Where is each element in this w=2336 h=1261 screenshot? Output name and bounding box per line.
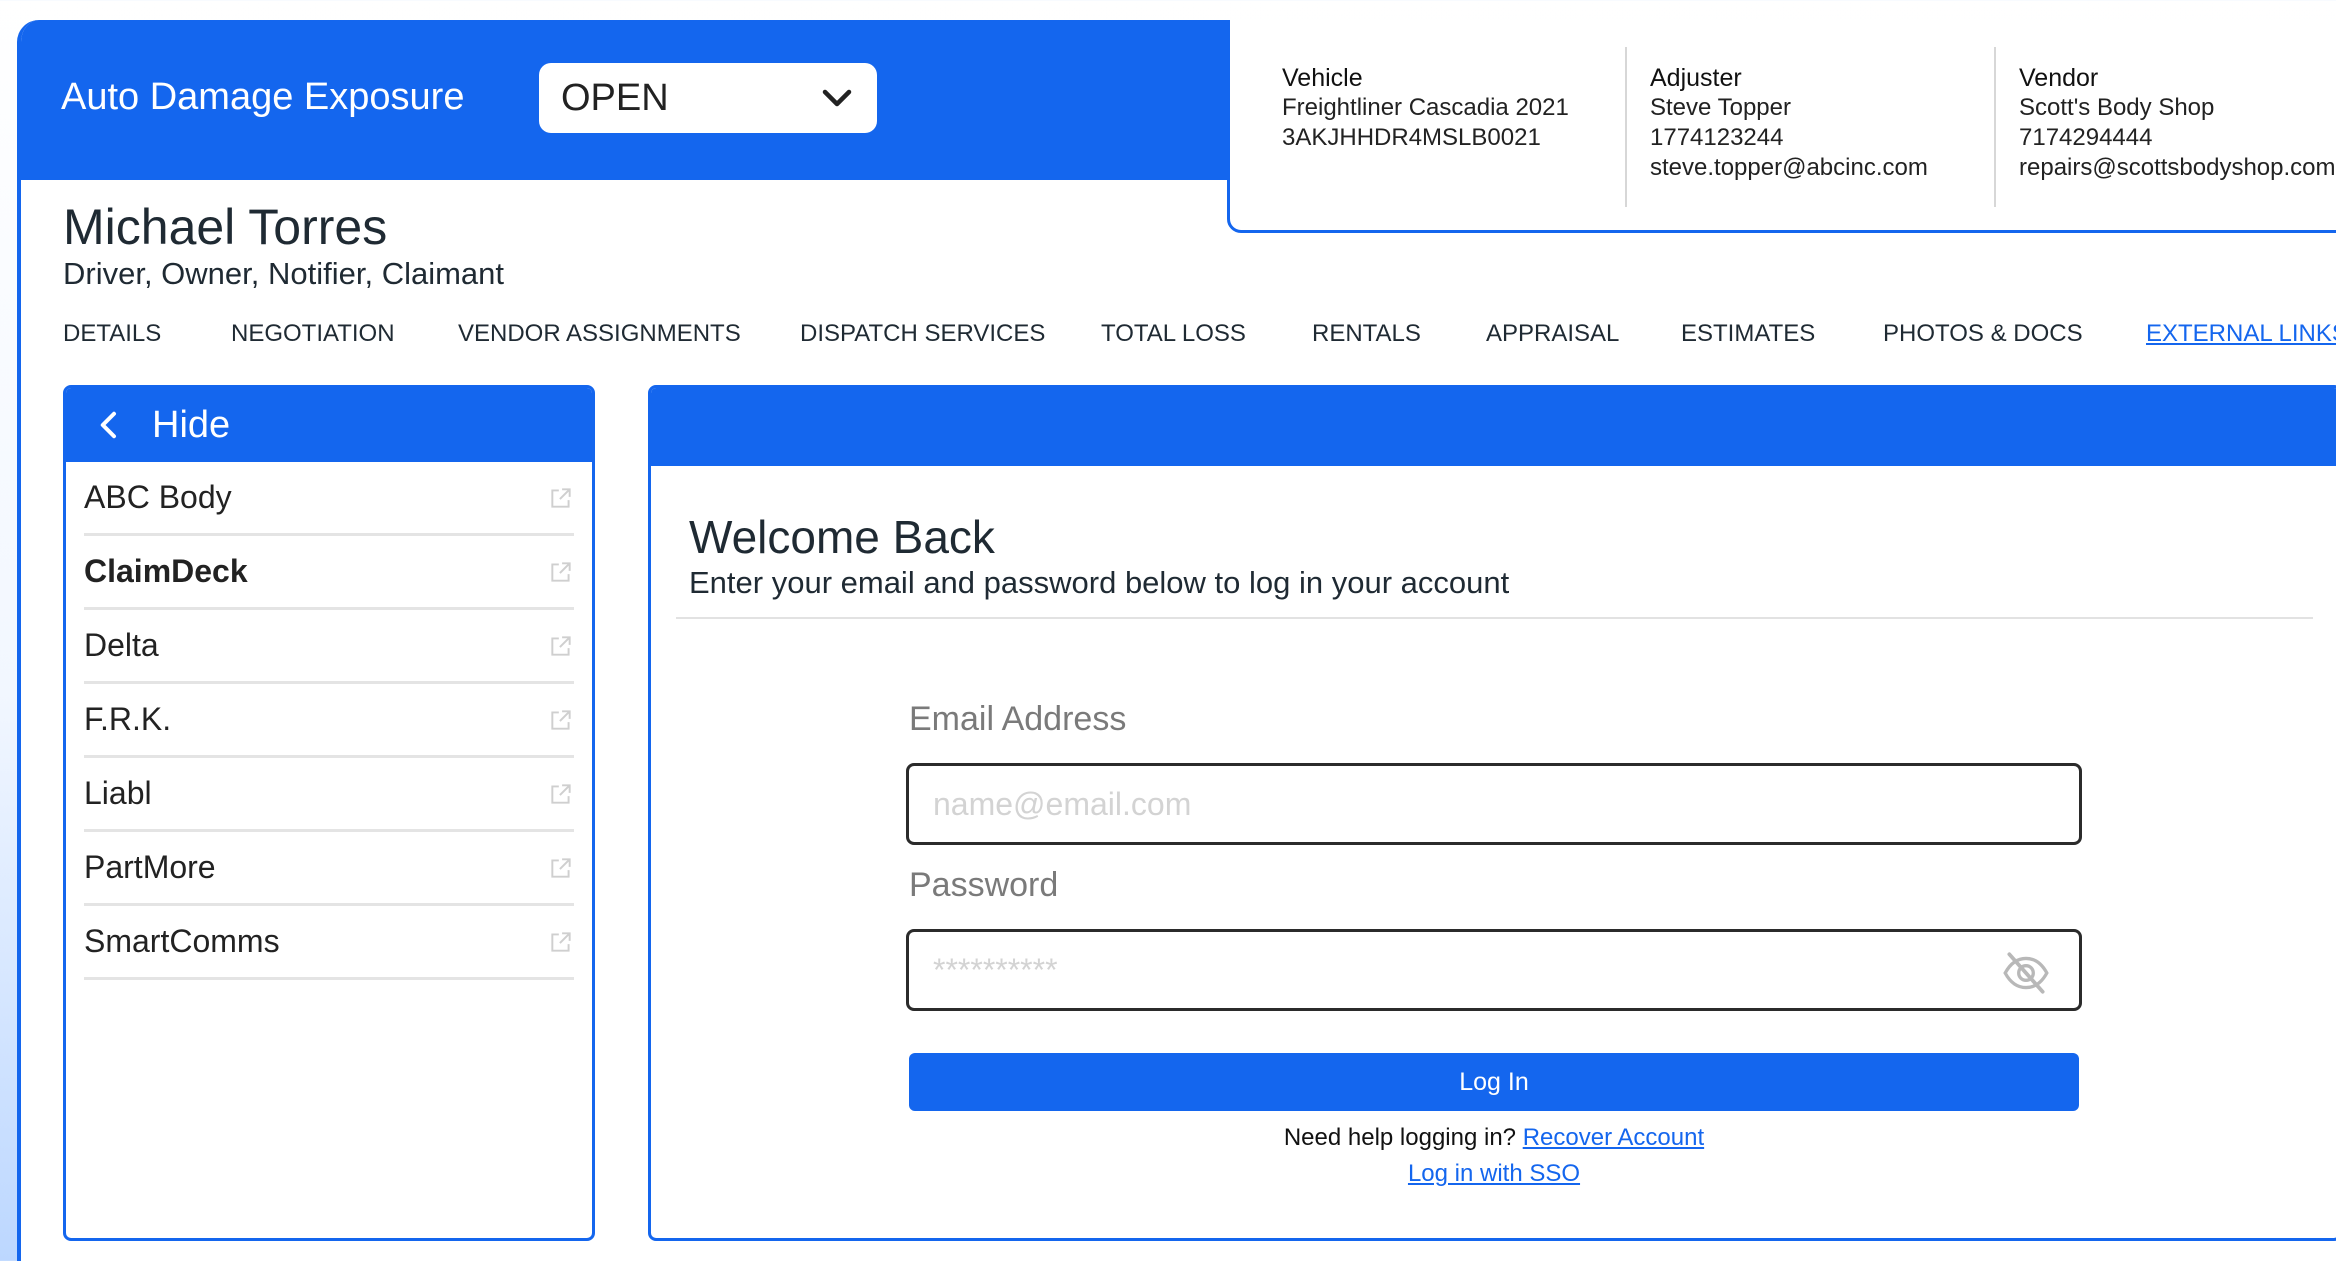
vehicle-model: Freightliner Cascadia 2021	[1282, 94, 1569, 121]
vendor-email: repairs@scottsbodyshop.com	[2019, 154, 2336, 181]
external-links-sidebar: Hide ABC Body ClaimDeck Delta F.R.K. Lia…	[63, 385, 595, 1241]
eye-off-icon[interactable]	[2001, 948, 2051, 998]
vendor-label: Vendor	[2019, 64, 2099, 92]
info-divider	[1625, 47, 1627, 207]
password-label: Password	[909, 866, 1059, 904]
sidebar-item-label: F.R.K.	[84, 701, 172, 737]
tab-appraisal[interactable]: APPRAISAL	[1486, 320, 1619, 348]
external-link-icon[interactable]	[548, 707, 574, 733]
tab-vendor-assignments[interactable]: VENDOR ASSIGNMENTS	[458, 320, 741, 348]
hide-sidebar-button[interactable]: Hide	[66, 388, 592, 462]
sidebar-item-label: ClaimDeck	[84, 553, 248, 589]
help-text: Need help logging in?	[1283, 1124, 1517, 1151]
external-link-icon[interactable]	[548, 855, 574, 881]
sidebar-item-label: PartMore	[84, 849, 216, 885]
adjuster-phone: 1774123244	[1650, 124, 1784, 151]
tab-total-loss[interactable]: TOTAL LOSS	[1101, 320, 1246, 348]
login-title: Welcome Back	[689, 511, 995, 563]
external-link-icon[interactable]	[548, 485, 574, 511]
email-field[interactable]	[909, 766, 2079, 842]
tab-negotiation[interactable]: NEGOTIATION	[231, 320, 395, 348]
chevron-left-icon	[100, 411, 116, 439]
sidebar-item-abc-body[interactable]: ABC Body	[84, 462, 574, 536]
vehicle-vin: 3AKJHHDR4MSLB0021	[1282, 124, 1541, 151]
sso-login-link[interactable]: Log in with SSO	[1408, 1160, 1580, 1187]
vendor-name: Scott's Body Shop	[2019, 94, 2215, 121]
sidebar-item-smartcomms[interactable]: SmartComms	[84, 906, 574, 980]
chevron-down-icon	[822, 89, 852, 107]
party-roles: Driver, Owner, Notifier, Claimant	[63, 256, 505, 291]
exposure-title: Auto Damage Exposure	[61, 76, 465, 118]
hide-label: Hide	[152, 403, 231, 446]
password-field[interactable]	[909, 932, 2079, 1008]
external-links-list: ABC Body ClaimDeck Delta F.R.K. Liabl Pa…	[66, 462, 592, 980]
status-dropdown[interactable]: OPEN	[539, 63, 877, 133]
vendor-phone: 7174294444	[2019, 124, 2153, 151]
tab-details[interactable]: DETAILS	[63, 320, 161, 348]
password-field-wrapper	[906, 929, 2082, 1011]
external-link-icon[interactable]	[548, 929, 574, 955]
sidebar-item-label: Delta	[84, 627, 159, 663]
app-frame: Auto Damage Exposure OPEN Vehicle Freigh…	[17, 20, 2336, 1261]
sidebar-item-claimdeck[interactable]: ClaimDeck	[84, 536, 574, 610]
email-label: Email Address	[909, 700, 1127, 738]
external-link-icon[interactable]	[548, 781, 574, 807]
info-divider	[1994, 47, 1996, 207]
adjuster-info: Adjuster Steve Topper 1774123244 steve.t…	[1650, 63, 1928, 183]
panel-header-bar	[651, 388, 2336, 466]
tab-external-links[interactable]: EXTERNAL LINKS	[2146, 320, 2336, 348]
sidebar-item-delta[interactable]: Delta	[84, 610, 574, 684]
sidebar-item-label: SmartComms	[84, 923, 280, 959]
adjuster-label: Adjuster	[1650, 64, 1742, 92]
tab-photos-docs[interactable]: PHOTOS & DOCS	[1883, 320, 2083, 348]
divider	[676, 617, 2313, 619]
sidebar-item-label: ABC Body	[84, 479, 232, 515]
vendor-info: Vendor Scott's Body Shop 7174294444 repa…	[2019, 63, 2336, 183]
claim-info-card: Vehicle Freightliner Cascadia 2021 3AKJH…	[1227, 20, 2336, 233]
vehicle-label: Vehicle	[1282, 64, 1363, 92]
vehicle-info: Vehicle Freightliner Cascadia 2021 3AKJH…	[1282, 63, 1569, 153]
embedded-login-panel: Welcome Back Enter your email and passwo…	[648, 385, 2336, 1241]
external-link-icon[interactable]	[548, 633, 574, 659]
sidebar-item-frk[interactable]: F.R.K.	[84, 684, 574, 758]
sso-line: Log in with SSO	[909, 1160, 2079, 1188]
status-value: OPEN	[561, 76, 669, 119]
tab-estimates[interactable]: ESTIMATES	[1681, 320, 1815, 348]
adjuster-email: steve.topper@abcinc.com	[1650, 154, 1928, 181]
tab-dispatch-services[interactable]: DISPATCH SERVICES	[800, 320, 1045, 348]
sidebar-item-label: Liabl	[84, 775, 152, 811]
login-button[interactable]: Log In	[909, 1053, 2079, 1111]
external-link-icon[interactable]	[548, 559, 574, 585]
sidebar-item-liabl[interactable]: Liabl	[84, 758, 574, 832]
recover-account-link[interactable]: Recover Account	[1523, 1124, 1704, 1151]
login-subtitle: Enter your email and password below to l…	[689, 565, 1510, 600]
sidebar-item-partmore[interactable]: PartMore	[84, 832, 574, 906]
header-bar: Auto Damage Exposure OPEN	[21, 20, 1231, 180]
adjuster-name: Steve Topper	[1650, 94, 1791, 121]
login-help: Need help logging in? Recover Account	[909, 1124, 2079, 1152]
party-name: Michael Torres	[63, 199, 388, 255]
email-field-wrapper	[906, 763, 2082, 845]
tab-rentals[interactable]: RENTALS	[1312, 320, 1421, 348]
